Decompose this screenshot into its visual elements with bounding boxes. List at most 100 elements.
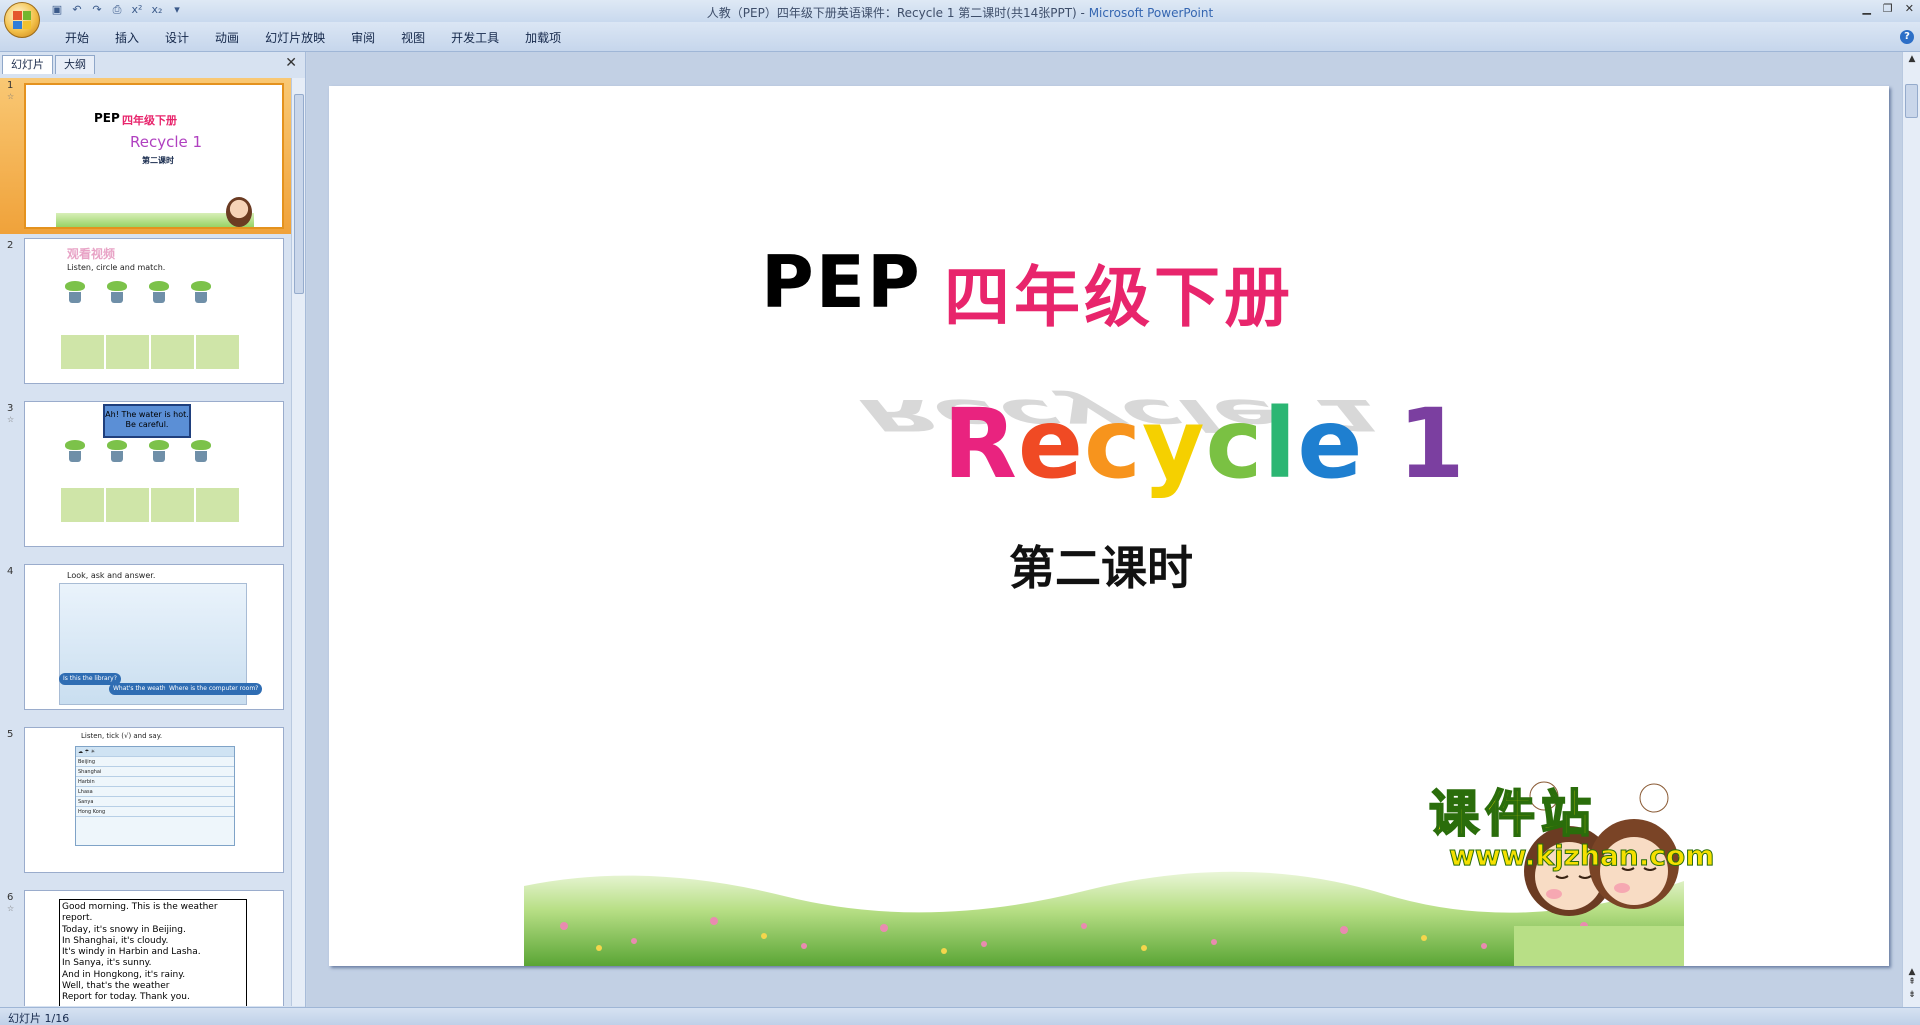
current-slide[interactable]: PEP 四年级下册 Recycle 1 Recycle 1 第二课时 课件站 w	[329, 86, 1889, 966]
tab-insert[interactable]: 插入	[102, 29, 152, 47]
thumbnail-number: 6 ☆	[7, 892, 15, 913]
table-row: Beijing	[76, 757, 234, 767]
tab-review[interactable]: 审阅	[338, 29, 388, 47]
thumbnail-slide-3[interactable]: Ah! The water is hot. Be careful.	[24, 401, 284, 547]
minimize-icon[interactable]: ▁	[1862, 2, 1870, 15]
thumbnail-slide-4[interactable]: Look, ask and answer. Is this the librar…	[24, 564, 284, 710]
table-row: Harbin	[76, 777, 234, 787]
tab-outline[interactable]: 大纲	[55, 55, 95, 74]
plant-icon	[61, 440, 89, 464]
title-bar: ▣ ↶ ↷ ⎙ x² x₂ ▾ 人教（PEP）四年级下册英语课件：Recycle…	[0, 0, 1920, 38]
slide-thumbnail-panel: 幻灯片 大纲 ✕ 1 ☆ PEP 四年级下册 Recycle 1 第二课时 2 观…	[0, 52, 306, 1007]
table-header-row: ☁ ☂ ☀	[76, 747, 234, 757]
watermark-url: www.kjzhan.com	[1448, 839, 1715, 872]
text-line: Good morning. This is the weather report…	[62, 902, 218, 924]
recycle-letter: R	[943, 388, 1018, 500]
tab-animations[interactable]: 动画	[202, 29, 252, 47]
plant-icon	[145, 440, 173, 464]
restore-icon[interactable]: ❐	[1883, 2, 1893, 15]
thumb-plant-row	[61, 440, 215, 464]
panel-close-icon[interactable]: ✕	[285, 55, 297, 71]
thumb-instruction: Listen, tick (√) and say.	[81, 732, 163, 740]
text-line: Today, it's snowy in Beijing.	[62, 924, 186, 935]
status-bar: 幻灯片 1/16	[0, 1007, 1920, 1025]
thumb-instruction: Look, ask and answer.	[67, 571, 156, 580]
plant-icon	[103, 440, 131, 464]
slide-grade-title[interactable]: 四年级下册	[944, 244, 1294, 340]
help-icon[interactable]: ?	[1900, 30, 1914, 44]
thumbnail-row-6[interactable]: 6 ☆ Good morning. This is the weather rep…	[0, 890, 292, 1006]
slide-pep-title[interactable]: PEP	[761, 240, 922, 324]
close-icon[interactable]: ✕	[1905, 2, 1914, 15]
tab-developer[interactable]: 开发工具	[438, 29, 512, 47]
plant-icon	[145, 281, 173, 305]
scroll-up-icon[interactable]: ▲	[1903, 54, 1920, 64]
thumbnail-slide-5[interactable]: Listen, tick (√) and say. ☁ ☂ ☀ Beijing …	[24, 727, 284, 873]
previous-slide-icon[interactable]: ⇞	[1903, 977, 1920, 987]
recycle-letter: c	[1084, 388, 1142, 500]
thumbnail-slide-2[interactable]: 观看视频 Listen, circle and match.	[24, 238, 284, 384]
next-slide-icon[interactable]: ⇟	[1903, 990, 1920, 1000]
thumbnail-list: 1 ☆ PEP 四年级下册 Recycle 1 第二课时 2 观看视频 Liste…	[0, 78, 292, 1006]
thumb-picture-row	[61, 488, 239, 522]
site-watermark: 课件站 www.kjzhan.com	[1428, 785, 1715, 872]
ribbon: 开始 插入 设计 动画 幻灯片放映 审阅 视图 开发工具 加载项 ?	[0, 22, 1920, 52]
thumb-speech-bubble: Where is the computer room?	[165, 683, 263, 695]
thumbnail-number: 5	[7, 729, 14, 740]
recycle-letter	[1363, 388, 1397, 500]
ribbon-tabs: 开始 插入 设计 动画 幻灯片放映 审阅 视图 开发工具 加载项	[52, 29, 574, 47]
thumbnail-slide-1[interactable]: PEP 四年级下册 Recycle 1 第二课时	[24, 83, 284, 229]
slide-recycle-wordart[interactable]: Recycle 1 Recycle 1	[842, 388, 1466, 500]
recycle-letter: l	[1263, 388, 1298, 500]
thumb-weather-table: ☁ ☂ ☀ Beijing Shanghai Harbin Lhasa Sany…	[75, 746, 235, 846]
scroll-up-icon[interactable]: ▲	[1903, 967, 1920, 977]
thumbnail-number: 1 ☆	[7, 80, 15, 101]
office-button[interactable]	[4, 2, 40, 38]
tab-view[interactable]: 视图	[388, 29, 438, 47]
slide-counter: 幻灯片 1/16	[8, 1012, 70, 1025]
thumbnail-row-3[interactable]: 3 ☆ Ah! The water is hot. Be careful.	[0, 401, 292, 551]
tab-addins[interactable]: 加载项	[512, 29, 574, 47]
thumb-plant-row	[61, 281, 215, 305]
slide-lesson-subtitle[interactable]: 第二课时	[1009, 532, 1193, 598]
tab-design[interactable]: 设计	[152, 29, 202, 47]
tab-home[interactable]: 开始	[52, 29, 102, 47]
panel-scrollbar[interactable]	[291, 78, 305, 1006]
text-line: In Shanghai, it's cloudy.	[62, 935, 169, 946]
thumb-grade-text: 四年级下册	[122, 114, 177, 127]
recycle-letter: e	[1297, 388, 1364, 500]
thumb-grass-illustration	[56, 213, 254, 227]
tab-slideshow[interactable]: 幻灯片放映	[252, 29, 338, 47]
picture-cell	[196, 335, 239, 369]
picture-cell	[106, 335, 149, 369]
thumbnail-number: 2	[7, 240, 14, 251]
thumbnail-row-4[interactable]: 4 Look, ask and answer. Is this the libr…	[0, 564, 292, 714]
recycle-letter: y	[1141, 388, 1206, 500]
slide-editing-area: PEP 四年级下册 Recycle 1 Recycle 1 第二课时 课件站 w	[307, 52, 1902, 1007]
thumbnail-row-1[interactable]: 1 ☆ PEP 四年级下册 Recycle 1 第二课时	[0, 78, 292, 234]
tab-slides[interactable]: 幻灯片	[2, 55, 53, 74]
plant-icon	[103, 281, 131, 305]
panel-tabs: 幻灯片 大纲	[2, 54, 302, 74]
thumbnail-slide-6[interactable]: Good morning. This is the weather report…	[24, 890, 284, 1006]
table-row: Shanghai	[76, 767, 234, 777]
text-line: It's windy in Harbin and Lasha.	[62, 947, 201, 958]
plant-icon	[187, 281, 215, 305]
thumbnail-row-2[interactable]: 2 观看视频 Listen, circle and match.	[0, 238, 292, 388]
text-line: In Sanya, it's sunny.	[62, 958, 152, 969]
text-line: And in Hongkong, it's rainy.	[62, 969, 186, 980]
slide-vertical-scrollbar[interactable]: ▲ ▲ ⇞ ⇟	[1902, 52, 1920, 1007]
thumb-recycle-text: Recycle 1	[130, 133, 203, 151]
thumbnail-row-5[interactable]: 5 Listen, tick (√) and say. ☁ ☂ ☀ Beijin…	[0, 727, 292, 877]
text-line: Report for today. Thank you.	[62, 992, 190, 1003]
thumb-weather-report-text: Good morning. This is the weather report…	[59, 899, 247, 1006]
window-title: 人教（PEP）四年级下册英语课件：Recycle 1 第二课时(共14张PPT)…	[0, 4, 1920, 21]
scrollbar-thumb[interactable]	[294, 94, 304, 294]
thumb-speech-box: Ah! The water is hot. Be careful.	[103, 404, 191, 438]
scrollbar-thumb[interactable]	[1905, 84, 1918, 118]
picture-cell	[151, 335, 194, 369]
recycle-letter: c	[1205, 388, 1264, 500]
recycle-letters: Recycle 1	[943, 388, 1466, 500]
thumb-heading: 观看视频	[67, 247, 116, 261]
table-row: Hong Kong	[76, 807, 234, 817]
